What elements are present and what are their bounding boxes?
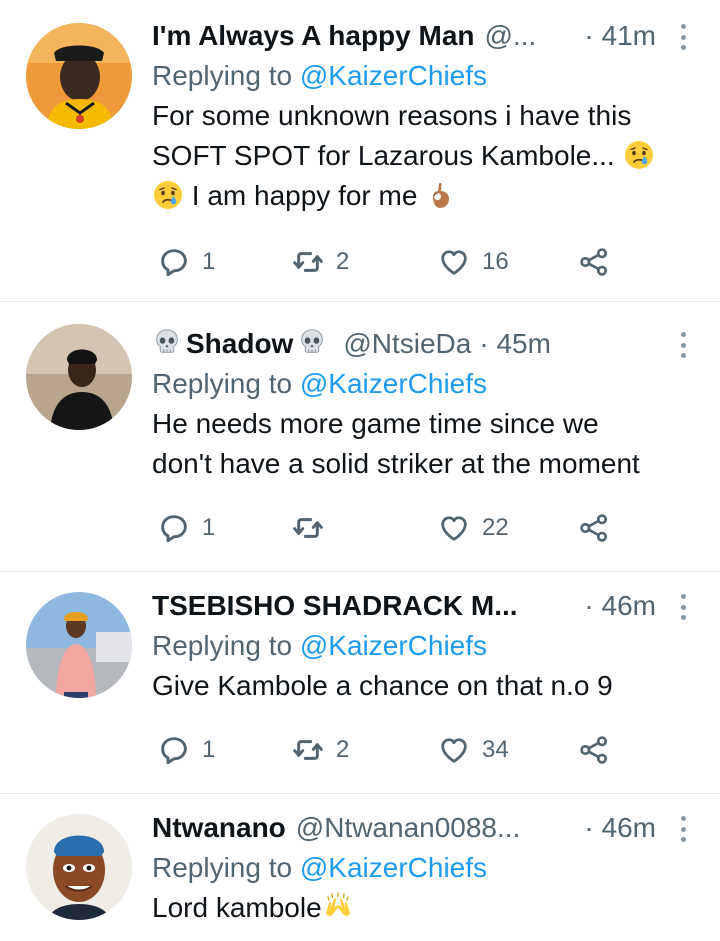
mention-link[interactable]: @KaizerChiefs	[300, 368, 487, 399]
tweet-text: Lord kambole	[152, 888, 690, 928]
display-name[interactable]: Shadow	[186, 328, 293, 360]
like-count: 34	[482, 736, 509, 763]
heart-icon	[438, 512, 470, 544]
share-button[interactable]	[578, 508, 610, 548]
reply-button[interactable]: 1	[158, 730, 215, 770]
reply-icon	[158, 734, 190, 766]
avatar[interactable]	[26, 324, 132, 430]
heart-icon	[438, 734, 470, 766]
more-options-icon[interactable]	[680, 332, 686, 358]
display-name[interactable]: TSEBISHO SHADRACK M...	[152, 590, 518, 622]
retweet-icon	[292, 734, 324, 766]
crying-face-icon	[623, 139, 655, 171]
reply-button[interactable]: 1	[158, 508, 215, 548]
retweet-icon	[292, 246, 324, 278]
tweet-text-line: don't have a solid striker at the moment	[152, 448, 640, 479]
tweet-1[interactable]: I'm Always A happy Man @... · 41m Replyi…	[0, 0, 720, 302]
replying-prefix: Replying to	[152, 368, 293, 399]
tweet-text-line: SOFT SPOT for Lazarous Kambole...	[152, 136, 690, 176]
reply-button[interactable]: 1	[158, 242, 215, 282]
reply-count: 1	[202, 248, 216, 275]
retweet-count: 2	[336, 248, 350, 275]
retweet-button[interactable]: 2	[292, 730, 349, 770]
more-options-icon[interactable]	[680, 24, 686, 50]
tweet-header: Shadow @NtsieDa · 45m	[152, 324, 690, 364]
share-icon	[578, 512, 610, 544]
skull-icon	[297, 327, 327, 357]
tweet-header: TSEBISHO SHADRACK M... · 46m	[152, 586, 690, 626]
tweet-text-line: Lord kambole	[152, 888, 690, 928]
replying-to: Replying to @KaizerChiefs	[152, 848, 690, 888]
crying-face-icon	[152, 179, 184, 211]
like-button[interactable]: 22	[438, 508, 509, 548]
tweet-header: Ntwanano @Ntwanan0088... · 46m	[152, 808, 690, 848]
user-handle[interactable]: @Ntwanan0088...	[296, 812, 521, 844]
avatar[interactable]	[26, 592, 132, 698]
share-button[interactable]	[578, 730, 610, 770]
tweet-text-line: He needs more game time since we	[152, 408, 599, 439]
retweet-button[interactable]	[292, 508, 336, 548]
reply-count: 1	[202, 514, 216, 541]
reply-icon	[158, 512, 190, 544]
replying-to: Replying to @KaizerChiefs	[152, 626, 690, 666]
tweet-text-line: I am happy for me	[152, 176, 690, 216]
mention-link[interactable]: @KaizerChiefs	[300, 630, 487, 661]
raising-hands-icon	[322, 891, 354, 923]
ok-hand-icon	[425, 179, 457, 211]
tweet-2[interactable]: Shadow @NtsieDa · 45m Replying to @Kaize…	[0, 302, 720, 572]
tweet-header: I'm Always A happy Man @... · 41m	[152, 16, 690, 56]
reply-count: 1	[202, 736, 216, 763]
display-name[interactable]: Ntwanano	[152, 812, 286, 844]
tweet-text: For some unknown reasons i have this SOF…	[152, 96, 690, 216]
tweet-text: Give Kambole a chance on that n.o 9	[152, 666, 690, 706]
replying-prefix: Replying to	[152, 852, 293, 883]
reply-icon	[158, 246, 190, 278]
mention-link[interactable]: @KaizerChiefs	[300, 852, 487, 883]
user-handle[interactable]: @NtsieDa	[343, 328, 471, 360]
more-options-icon[interactable]	[680, 594, 686, 620]
like-count: 16	[482, 248, 509, 275]
tweet-time[interactable]: · 46m	[584, 812, 656, 844]
tweet-4[interactable]: Ntwanano @Ntwanan0088... · 46m Replying …	[0, 794, 720, 941]
skull-icon	[152, 327, 182, 357]
reply-feed: I'm Always A happy Man @... · 41m Replyi…	[0, 0, 720, 941]
heart-icon	[438, 246, 470, 278]
tweet-time[interactable]: · 45m	[479, 328, 551, 360]
replying-prefix: Replying to	[152, 630, 293, 661]
tweet-text-line: For some unknown reasons i have this	[152, 100, 632, 131]
like-button[interactable]: 34	[438, 730, 509, 770]
more-options-icon[interactable]	[680, 816, 686, 842]
tweet-3[interactable]: TSEBISHO SHADRACK M... · 46m Replying to…	[0, 572, 720, 794]
like-button[interactable]: 16	[438, 242, 509, 282]
display-name[interactable]: I'm Always A happy Man	[152, 20, 475, 52]
replying-to: Replying to @KaizerChiefs	[152, 364, 690, 404]
tweet-text: He needs more game time since we don't h…	[152, 404, 690, 484]
user-handle[interactable]: @...	[485, 20, 537, 52]
share-icon	[578, 734, 610, 766]
share-button[interactable]	[578, 242, 610, 282]
tweet-time[interactable]: · 46m	[584, 590, 656, 622]
replying-prefix: Replying to	[152, 60, 293, 91]
replying-to: Replying to @KaizerChiefs	[152, 56, 690, 96]
tweet-text-line: Give Kambole a chance on that n.o 9	[152, 670, 613, 701]
retweet-count: 2	[336, 736, 350, 763]
tweet-time[interactable]: · 41m	[584, 20, 656, 52]
retweet-button[interactable]: 2	[292, 242, 349, 282]
retweet-icon	[292, 512, 324, 544]
avatar[interactable]	[26, 23, 132, 129]
avatar[interactable]	[26, 814, 132, 920]
mention-link[interactable]: @KaizerChiefs	[300, 60, 487, 91]
like-count: 22	[482, 514, 509, 541]
share-icon	[578, 246, 610, 278]
